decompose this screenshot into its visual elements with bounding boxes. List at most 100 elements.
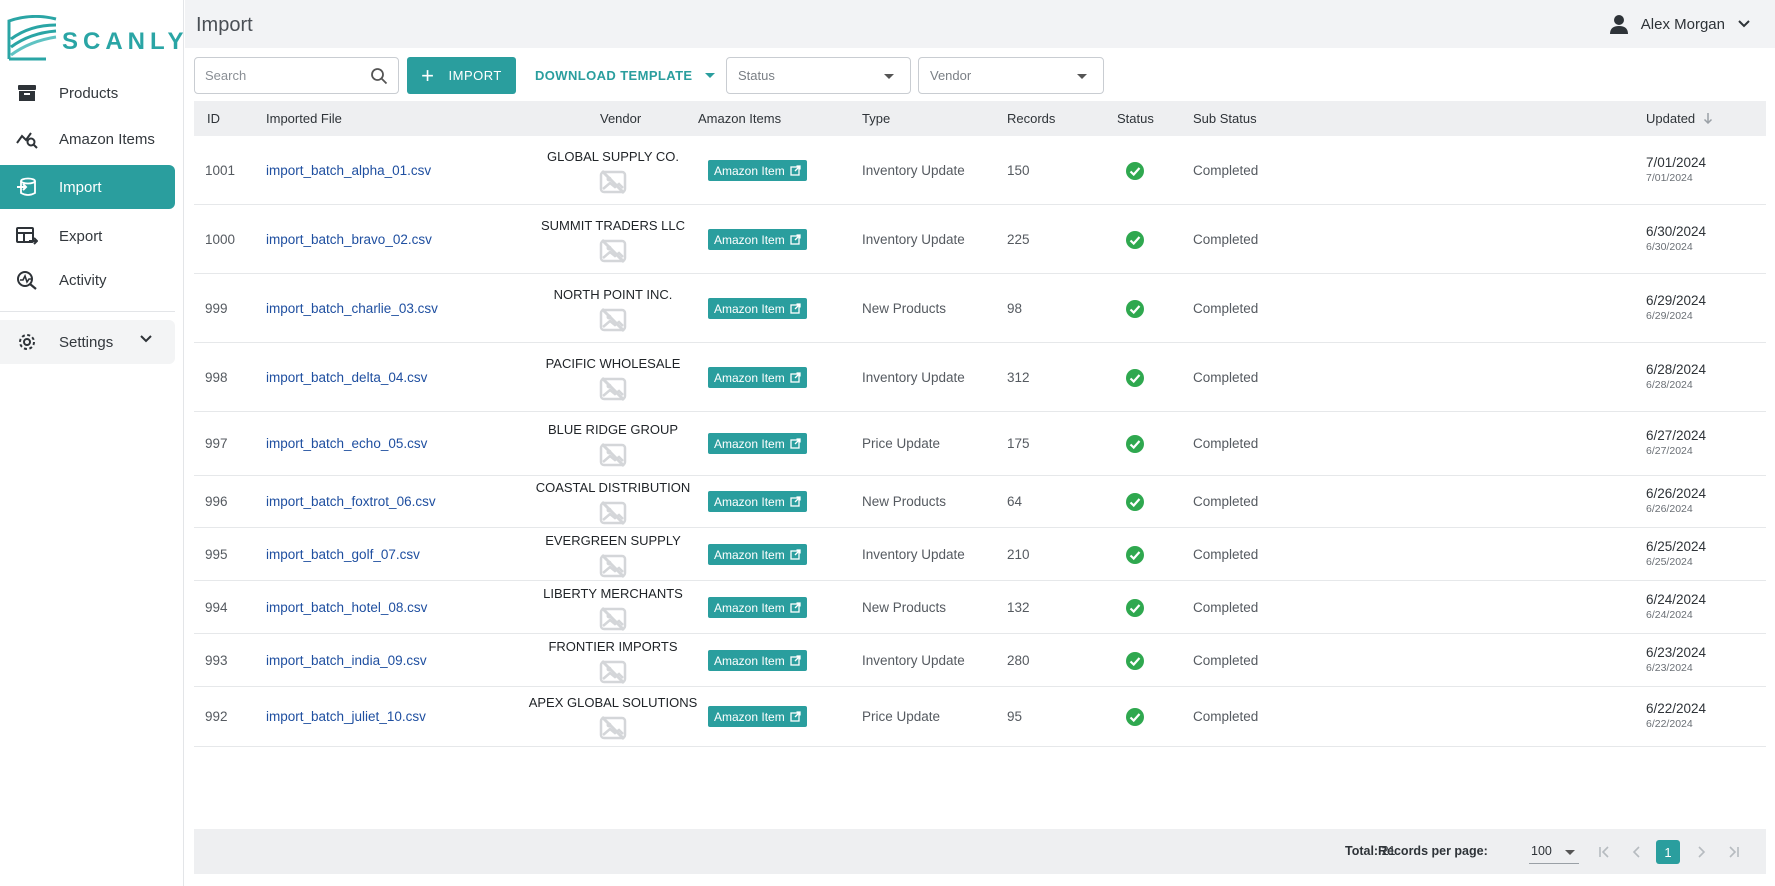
- table-row[interactable]: 998 import_batch_delta_04.csv PACIFIC WHOL…: [194, 343, 1766, 412]
- cell-updated: 6/26/2024 6/26/2024: [1646, 486, 1706, 515]
- scanly-logo-icon: [7, 15, 57, 61]
- table-row[interactable]: 1001 import_batch_alpha_01.csv GLOBAL SUPP…: [194, 136, 1766, 205]
- imported-file-link[interactable]: import_batch_golf_07.csv: [266, 547, 420, 562]
- search-input[interactable]: [195, 58, 355, 93]
- sidebar-item-amazon-items[interactable]: Amazon Items: [0, 117, 175, 161]
- cell-records: 280: [1007, 653, 1030, 668]
- caret-down-icon: [1565, 850, 1575, 855]
- sidebar-item-settings[interactable]: Settings: [0, 320, 175, 364]
- imported-file-link[interactable]: import_batch_juliet_10.csv: [266, 709, 426, 724]
- column-header-sub-status[interactable]: Sub Status: [1193, 111, 1257, 126]
- amazon-item-label: Amazon Item: [714, 370, 785, 385]
- page-button-current[interactable]: 1: [1656, 840, 1680, 864]
- amazon-item-button[interactable]: Amazon Item: [708, 367, 807, 388]
- no-image-icon: [528, 553, 698, 579]
- amazon-item-button[interactable]: Amazon Item: [708, 298, 807, 319]
- vendor-select[interactable]: Vendor: [918, 57, 1104, 94]
- previous-page-icon[interactable]: [1625, 840, 1649, 864]
- column-header-amazon-items[interactable]: Amazon Items: [698, 111, 781, 126]
- table-row[interactable]: 997 import_batch_echo_05.csv BLUE RIDGE GR…: [194, 412, 1766, 476]
- check-circle-icon: [1125, 368, 1145, 391]
- amazon-item-button[interactable]: Amazon Item: [708, 544, 807, 565]
- download-template-button[interactable]: DOWNLOAD TEMPLATE: [535, 57, 715, 94]
- search-icon[interactable]: [370, 67, 388, 85]
- cell-type: Inventory Update: [862, 163, 965, 178]
- column-header-records[interactable]: Records: [1007, 111, 1055, 126]
- table-body: 1001 import_batch_alpha_01.csv GLOBAL SUPP…: [194, 136, 1766, 747]
- amazon-item-button[interactable]: Amazon Item: [708, 433, 807, 454]
- imported-file-link[interactable]: import_batch_foxtrot_06.csv: [266, 494, 436, 509]
- imported-file-link[interactable]: import_batch_bravo_02.csv: [266, 232, 432, 247]
- table-row[interactable]: 996 import_batch_foxtrot_06.csv COASTAL DI…: [194, 476, 1766, 528]
- updated-date: 6/25/2024: [1646, 539, 1707, 554]
- sidebar-item-activity[interactable]: Activity: [0, 258, 175, 302]
- cell-sub-status: Completed: [1193, 370, 1259, 385]
- column-header-vendor[interactable]: Vendor: [600, 111, 641, 126]
- table-row[interactable]: 995 import_batch_golf_07.csv EVERGREEN SUP…: [194, 528, 1766, 581]
- archive-box-icon: [16, 82, 38, 104]
- cell-updated: 6/29/2024 6/29/2024: [1646, 293, 1706, 322]
- sidebar-item-label: Settings: [59, 333, 114, 351]
- pagination-bar: Total: 21 Records per page: 100 1: [194, 829, 1766, 874]
- amazon-item-label: Amazon Item: [714, 494, 785, 509]
- caret-down-icon: [704, 73, 715, 78]
- imported-file-link[interactable]: import_batch_india_09.csv: [266, 653, 427, 668]
- vendor-name: NORTH POINT INC.: [553, 287, 673, 302]
- external-link-icon: [790, 711, 801, 722]
- imported-file-link[interactable]: import_batch_charlie_03.csv: [266, 301, 438, 316]
- user-menu[interactable]: Alex Morgan: [1609, 14, 1751, 34]
- check-circle-icon: [1125, 707, 1145, 730]
- amazon-item-label: Amazon Item: [714, 709, 785, 724]
- imported-file-link[interactable]: import_batch_delta_04.csv: [266, 370, 427, 385]
- column-header-status[interactable]: Status: [1117, 111, 1154, 126]
- sidebar-item-label: Products: [59, 84, 119, 102]
- cell-records: 98: [1007, 301, 1023, 316]
- check-circle-icon: [1125, 598, 1145, 621]
- amazon-item-button[interactable]: Amazon Item: [708, 597, 807, 618]
- amazon-item-button[interactable]: Amazon Item: [708, 706, 807, 727]
- last-page-icon[interactable]: [1721, 840, 1745, 864]
- imported-file-link[interactable]: import_batch_echo_05.csv: [266, 436, 427, 451]
- updated-date-secondary: 6/29/2024: [1646, 310, 1693, 322]
- no-image-icon: [528, 715, 698, 741]
- column-header-id[interactable]: ID: [207, 111, 220, 126]
- table-row[interactable]: 993 import_batch_india_09.csv FRONTIER IMP…: [194, 634, 1766, 687]
- status-select[interactable]: Status: [726, 57, 911, 94]
- cell-updated: 6/27/2024 6/27/2024: [1646, 428, 1706, 457]
- next-page-icon[interactable]: [1689, 840, 1713, 864]
- sidebar-item-label: Amazon Items: [59, 130, 155, 148]
- sidebar-item-export[interactable]: Export: [0, 214, 175, 258]
- vendor-name: BLUE RIDGE GROUP: [547, 422, 679, 437]
- first-page-icon[interactable]: [1593, 840, 1617, 864]
- imported-file-link[interactable]: import_batch_hotel_08.csv: [266, 600, 427, 615]
- amazon-item-button[interactable]: Amazon Item: [708, 491, 807, 512]
- cell-id: 992: [205, 709, 228, 724]
- column-header-file[interactable]: Imported File: [266, 111, 342, 126]
- table-row[interactable]: 1000 import_batch_bravo_02.csv SUMMIT TRAD…: [194, 205, 1766, 274]
- logo[interactable]: SCANLY: [6, 14, 183, 62]
- cell-id: 1000: [205, 232, 236, 247]
- cell-type: Inventory Update: [862, 370, 965, 385]
- amazon-item-label: Amazon Item: [714, 163, 785, 178]
- vendor-name: FRONTIER IMPORTS: [548, 639, 678, 654]
- cell-records: 225: [1007, 232, 1030, 247]
- amazon-item-button[interactable]: Amazon Item: [708, 229, 807, 250]
- import-button[interactable]: + IMPORT: [407, 57, 516, 94]
- table-row[interactable]: 992 import_batch_juliet_10.csv APEX GLOBAL…: [194, 687, 1766, 747]
- cell-id: 996: [205, 494, 228, 509]
- amazon-item-button[interactable]: Amazon Item: [708, 160, 807, 181]
- sidebar-item-products[interactable]: Products: [0, 71, 175, 115]
- external-link-icon: [790, 655, 801, 666]
- cell-records: 210: [1007, 547, 1030, 562]
- imported-file-link[interactable]: import_batch_alpha_01.csv: [266, 163, 431, 178]
- table-row[interactable]: 994 import_batch_hotel_08.csv LIBERTY MERC…: [194, 581, 1766, 634]
- records-per-page-select[interactable]: 100: [1529, 840, 1579, 864]
- table-row[interactable]: 999 import_batch_charlie_03.csv NORTH POIN…: [194, 274, 1766, 343]
- column-header-updated[interactable]: Updated: [1646, 111, 1713, 126]
- external-link-icon: [790, 234, 801, 245]
- amazon-item-button[interactable]: Amazon Item: [708, 650, 807, 671]
- column-header-type[interactable]: Type: [862, 111, 890, 126]
- sidebar-item-import[interactable]: Import: [0, 165, 175, 209]
- no-image-icon: [528, 606, 698, 632]
- updated-date: 6/23/2024: [1646, 645, 1707, 660]
